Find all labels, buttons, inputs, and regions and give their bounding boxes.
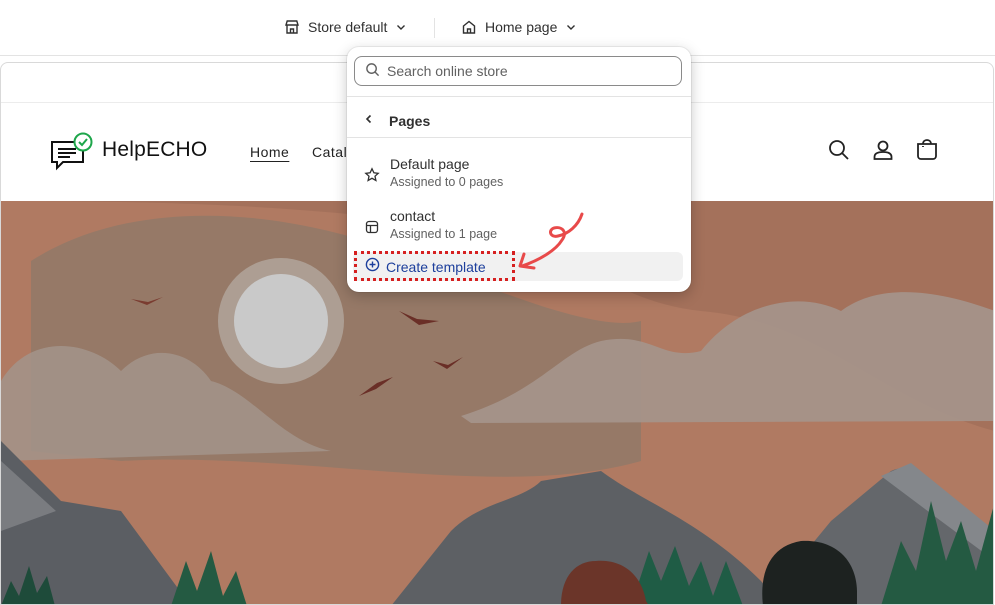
- star-icon: [364, 167, 380, 188]
- page-selector[interactable]: Home page: [461, 14, 577, 40]
- logo-icon[interactable]: [49, 130, 95, 181]
- store-selector-label: Store default: [308, 19, 388, 35]
- template-assignment: Assigned to 1 page: [390, 227, 498, 241]
- home-icon: [461, 19, 477, 35]
- annotation-arrow-icon: [510, 208, 590, 281]
- chevron-down-icon: [395, 21, 407, 33]
- template-name: Default page: [390, 156, 470, 172]
- cart-icon[interactable]: [915, 138, 939, 162]
- nav-home-link[interactable]: Home: [250, 144, 289, 160]
- divider: [347, 96, 691, 97]
- search-icon[interactable]: [827, 138, 851, 162]
- annotation-highlight: [354, 251, 515, 281]
- divider: [347, 137, 691, 138]
- layout-icon: [364, 219, 380, 240]
- store-icon: [284, 19, 300, 35]
- store-logo-text[interactable]: HelpECHO: [102, 138, 207, 162]
- search-placeholder: Search online store: [387, 63, 508, 79]
- template-name: contact: [390, 208, 436, 224]
- chevron-left-icon[interactable]: [363, 112, 375, 130]
- chevron-down-icon: [565, 21, 577, 33]
- template-assignment: Assigned to 0 pages: [390, 175, 504, 189]
- pages-back-row[interactable]: Pages: [347, 104, 691, 138]
- search-icon: [365, 62, 380, 80]
- template-item-default-page[interactable]: Default page Assigned to 0 pages: [353, 153, 685, 197]
- account-icon[interactable]: [871, 138, 895, 162]
- page-selector-label: Home page: [485, 19, 558, 35]
- search-input[interactable]: Search online store: [354, 56, 682, 86]
- section-title: Pages: [389, 113, 431, 129]
- store-selector[interactable]: Store default: [284, 14, 407, 40]
- topbar-divider: [434, 18, 435, 38]
